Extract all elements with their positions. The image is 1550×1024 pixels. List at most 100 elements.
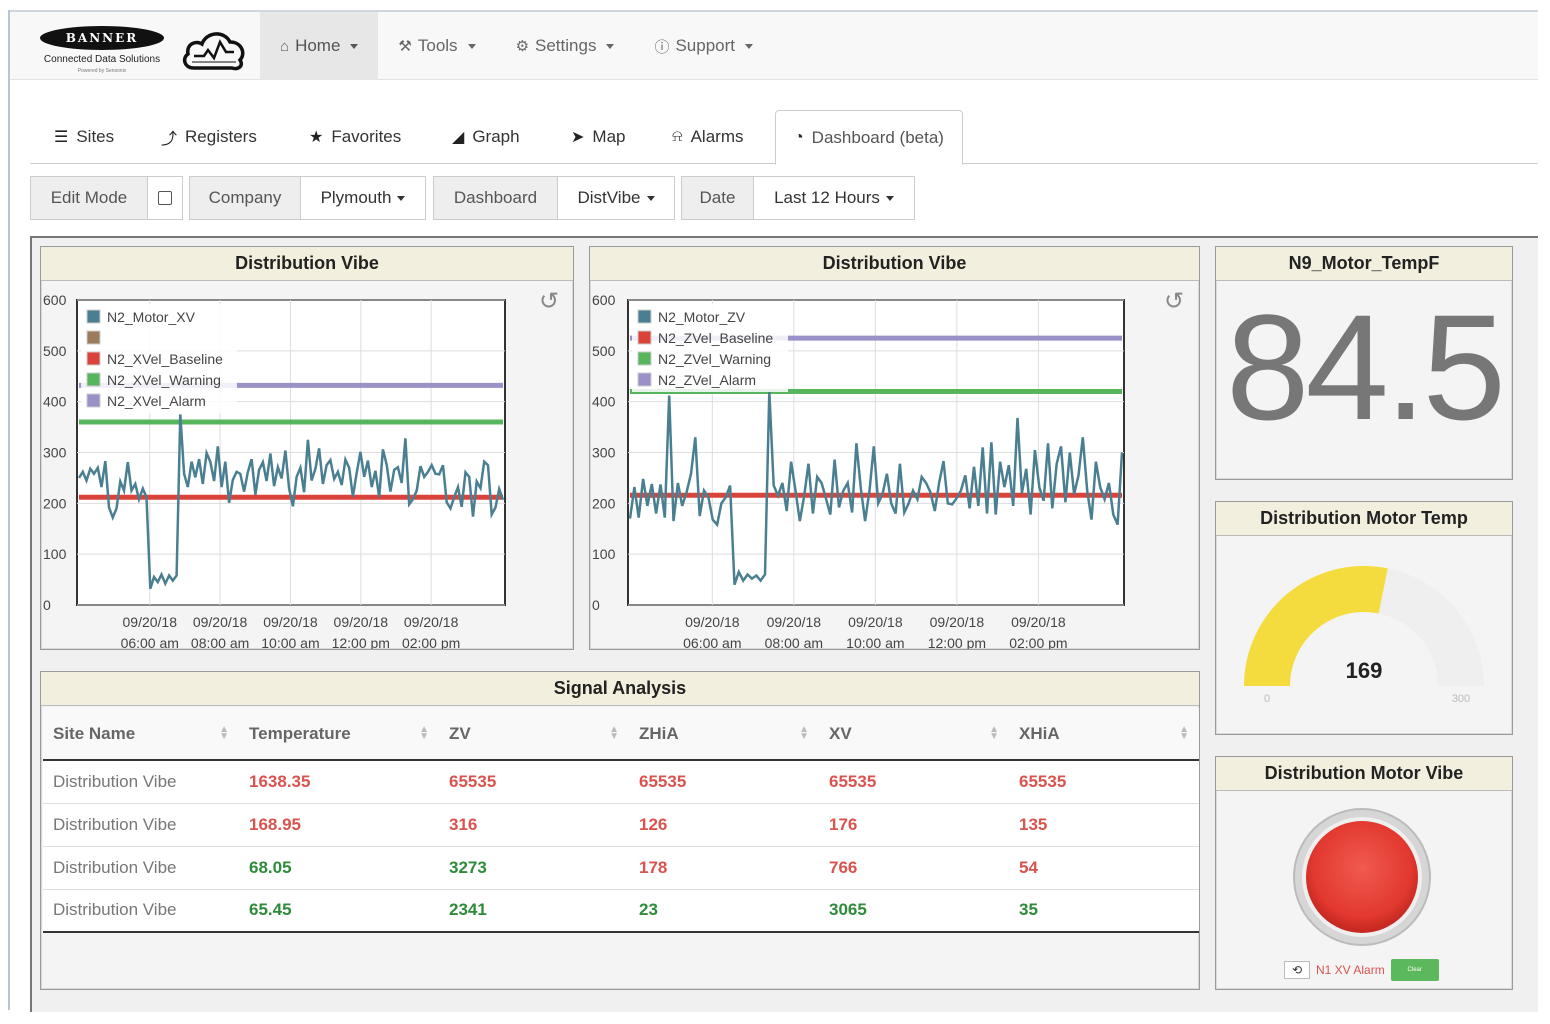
column-header-label: Site Name [53,723,136,743]
table-panel-title: Signal Analysis [41,672,1199,706]
gears-icon: ⚙ [515,38,530,55]
tab-label: Dashboard (beta) [811,127,944,147]
line-chart-xv[interactable]: 0 100 200 300 400 500 600 09/20/18 06:00 am 09/20… [41,283,573,649]
tab-map[interactable]: ➤ Map [553,110,643,164]
x-tick-time: 02:00 pm [402,635,460,649]
chart-panel-zv: Distribution Vibe ↺ 0 100 200 300 400 500 600 0… [589,246,1200,650]
legend-label: N2_Motor_ZV [658,309,746,325]
x-tick-date: 09/20/18 [930,614,985,630]
gauge-min-label: 0 [1264,693,1270,705]
column-header[interactable]: XHiA ▲ ▼ [1009,708,1199,761]
x-tick-time: 08:00 am [191,635,249,649]
edit-mode-checkbox[interactable] [158,191,172,205]
y-tick-label: 600 [592,292,616,308]
value-cell: 65535 [629,760,819,804]
chevron-down-icon [646,195,655,201]
tab-graph[interactable]: ◢ Graph [434,110,538,164]
column-header[interactable]: ZHiA ▲ ▼ [629,708,819,761]
column-header-label: Temperature [249,723,351,743]
brand-subtitle: Connected Data Solutions [43,54,161,65]
company-select[interactable]: Plymouth [300,176,426,220]
x-tick-date: 09/20/18 [193,614,248,630]
edit-mode-toggle[interactable] [147,176,183,220]
nav-item-label: Settings [535,36,597,55]
tab-favorites[interactable]: ★ Favorites [291,110,419,164]
tab-registers[interactable]: ⤴ Registers [143,110,275,164]
legend-label: N2_ZVel_Warning [658,351,771,367]
value-cell: 126 [629,803,819,847]
gauge-value: 169 [1346,658,1383,683]
top-navbar: BANNER Connected Data Solutions Powered … [10,12,1538,80]
legend-label: N2_ZVel_Baseline [658,330,773,346]
value-cell: 135 [1009,803,1199,847]
x-tick-time: 12:00 pm [928,635,986,649]
signal-analysis-table: Site Name ▲ ▼ Temperature ▲ ▼ ZV ▲ ▼ ZHiA ▲ ▼ XV ▲ ▼ XH… [43,708,1199,933]
value-cell: 316 [439,803,629,847]
dashboard-label: Dashboard [433,176,558,220]
value-cell: 3273 [439,846,629,890]
tab-dashboard-beta[interactable]: ◔ Dashboard (beta) [775,110,963,165]
legend-swatch [637,330,652,345]
chevron-down-icon [467,43,476,49]
sort-icon: ▲ ▼ [419,724,429,742]
value-cell: 1638.35 [239,760,439,804]
legend-swatch [86,309,101,324]
nav-support-menu[interactable]: ⓘ Support [634,12,773,80]
dashboard-value: DistVibe [577,188,641,207]
table-row[interactable]: Distribution Vibe 68.05 3273 178 766 54 [43,846,1199,890]
y-tick-label: 100 [592,546,616,562]
y-tick-label: 400 [43,394,67,410]
y-tick-label: 100 [43,546,67,562]
line-chart-zv[interactable]: 0 100 200 300 400 500 600 09/20/18 06:00 am 09/20… [590,283,1199,649]
x-tick-time: 06:00 am [683,635,741,649]
table-row[interactable]: Distribution Vibe 65.45 2341 23 3065 35 [43,889,1199,933]
dashboard-canvas: Distribution Vibe ↺ 0 100 200 300 400 500 600 0… [30,236,1538,1012]
table-row[interactable]: Distribution Vibe 1638.35 65535 65535 65535 6… [43,760,1199,804]
value-panel: N9_Motor_TempF 84.5 [1215,246,1513,480]
nav-tools-menu[interactable]: ⚒ Tools [378,12,495,80]
tab-label: Graph [472,127,520,146]
value-cell: 65535 [819,760,1009,804]
value-cell: 35 [1009,889,1199,933]
table-row[interactable]: Distribution Vibe 168.95 316 126 176 135 [43,803,1199,847]
history-icon[interactable]: ⟲ [1284,961,1310,979]
banner-logo-text: BANNER [40,26,164,50]
x-tick-date: 09/20/18 [404,614,459,630]
dashboard-select[interactable]: DistVibe [557,176,675,220]
legend-label: N2_XVel_Alarm [107,393,206,409]
tab-label: Map [592,127,626,146]
nav-settings-menu[interactable]: ⚙ Settings [496,12,635,80]
x-tick-time: 12:00 pm [332,635,390,649]
value-cell: 3065 [819,889,1009,933]
value-cell: 54 [1009,846,1199,890]
nav-home-menu[interactable]: ⌂ Home [260,12,379,80]
y-tick-label: 300 [43,445,67,461]
clear-alarm-button[interactable]: Clear [1390,959,1439,981]
legend-label: N2_XVel_Warning [107,372,221,388]
column-header[interactable]: ZV ▲ ▼ [439,708,629,761]
column-header[interactable]: Site Name ▲ ▼ [43,708,239,761]
alarm-label: N1 XV Alarm [1316,963,1385,977]
x-tick-date: 09/20/18 [685,614,740,630]
bell-icon: ⍾ [672,128,683,145]
chart-panel-title: Distribution Vibe [41,247,573,281]
nav-item-label: Home [295,36,341,55]
nav-item-label: Tools [417,36,458,55]
x-tick-time: 08:00 am [765,635,823,649]
tab-sites[interactable]: ☰ Sites [36,110,132,164]
chevron-down-icon [745,43,754,49]
date-range-select[interactable]: Last 12 Hours [753,176,915,220]
dashboard-tabs: ☰ Sites ⤴ Registers ★ Favorites ◢ Graph ➤ Map ⍾ Ala… [30,110,1538,165]
wrench-icon: ⚒ [398,38,412,55]
gauge-panel: Distribution Motor Temp 169 0 300 [1215,501,1513,735]
indicator-panel-title: Distribution Motor Vibe [1216,757,1512,791]
area-chart-icon: ◢ [452,129,465,146]
brand-logo[interactable]: BANNER Connected Data Solutions Powered … [36,22,256,78]
tab-label: Registers [185,127,257,146]
tab-alarms[interactable]: ⍾ Alarms [654,110,762,164]
column-header[interactable]: Temperature ▲ ▼ [239,708,439,761]
x-tick-date: 09/20/18 [123,614,178,630]
temperature-gauge: 169 0 300 [1244,566,1484,705]
column-header[interactable]: XV ▲ ▼ [819,708,1009,761]
y-tick-label: 200 [43,495,67,511]
